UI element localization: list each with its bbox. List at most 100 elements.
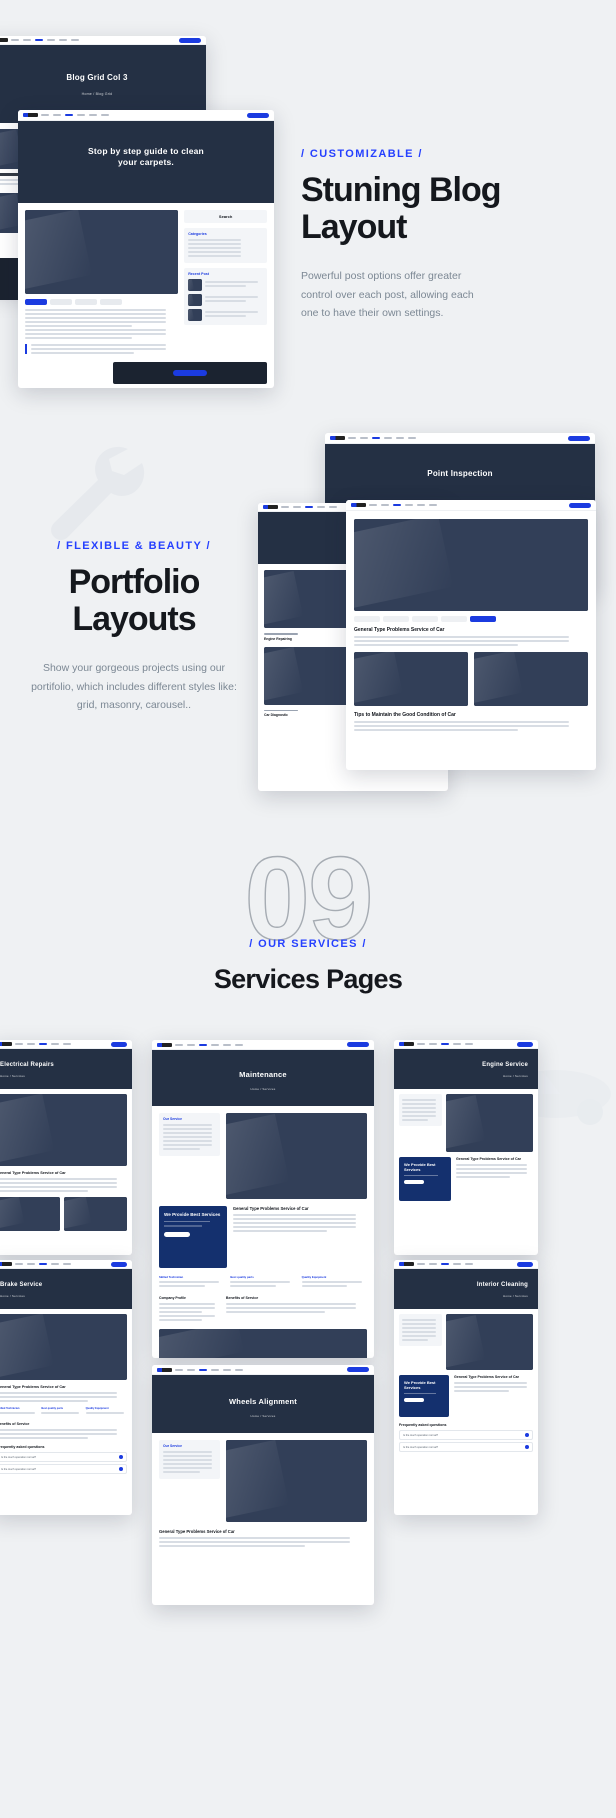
services-title: Services Pages [213,964,403,994]
mockup-topbar [346,500,596,511]
cta-button[interactable] [179,37,201,43]
search-button-label: Search [218,214,233,219]
mockup-nav [417,1263,514,1265]
benefits-title: Benefits of Service [0,1422,30,1426]
feature-label: Quality Equipment [301,1275,327,1279]
portfolio-title-line1: Portfolio [68,563,201,601]
search-box[interactable]: Search [184,210,267,223]
faq-title: Frequently asked questions [0,1445,45,1449]
hero-breadcrumb: Home / Services [502,1073,528,1078]
hero-title: Blog Grid Col 3 [66,73,128,83]
card-body-title: General Type Problems Service of Car [456,1157,522,1161]
blog-mockup-front[interactable]: Stop by step guide to clean your carpets… [18,110,274,388]
recent-post-widget[interactable]: Recent Post [184,268,267,325]
brand-logo-icon [0,1042,12,1046]
mockup-nav [369,504,566,506]
faq-title: Frequently asked questions [399,1423,447,1427]
feature-label: Quality Equipment [85,1407,109,1410]
blog-eyebrow: / CUSTOMIZABLE / [301,148,423,160]
cta-button[interactable] [517,1261,533,1267]
cta-button[interactable] [347,1367,369,1372]
chevron-down-icon [525,1445,529,1449]
mockup-topbar [394,1260,538,1269]
feature-label: Best quality parts [41,1407,64,1410]
list-item[interactable] [188,309,263,321]
mockup-nav [175,1368,344,1371]
service-card-electrical-repairs[interactable]: Electrical Repairs Home / Services Gener… [0,1040,132,1255]
footer-banner [113,362,267,384]
wrench-icon [51,446,145,540]
brand-logo-icon [157,1042,172,1047]
cta-button[interactable] [517,1041,533,1047]
tag-row[interactable] [25,299,178,305]
mockup-topbar [325,433,595,444]
list-item[interactable] [188,294,263,306]
card-body-title: General Type Problems Service of Car [0,1171,66,1175]
portfolio-title-line2: Layouts [72,599,196,638]
mockup-hero: Interior Cleaning Home / Services [394,1269,538,1309]
mockup-hero: Stop by step guide to clean your carpets… [18,121,274,203]
mockup-topbar [152,1040,374,1050]
service-sidebar[interactable]: Our Service [159,1113,220,1199]
mockup-nav [41,114,244,116]
hero-title: Brake Service [0,1281,43,1288]
mockup-topbar [0,1260,132,1269]
feature-label: Best quality parts [230,1275,254,1279]
panel-title: We Provide Best Services [404,1380,436,1390]
sidebar-heading: Our Service [163,1117,183,1121]
service-card-wheels-alignment[interactable]: Wheels Alignment Home / Services Our Ser… [152,1365,374,1605]
feature-label: Skilled Technician [0,1407,20,1410]
mockup-topbar [0,36,206,45]
feature-row: Skilled Technician Best quality parts Qu… [152,1268,374,1296]
mockup-nav [15,1043,108,1045]
faq-item[interactable]: Is the touch operation normal? [0,1452,127,1462]
chevron-down-icon [119,1455,123,1459]
hero-breadcrumb: Home / Services [250,1414,276,1419]
mockup-hero: Electrical Repairs Home / Services [0,1049,132,1089]
mockup-topbar [0,1040,132,1049]
cta-button[interactable] [247,112,269,118]
blog-paragraph: Powerful post options offer greater cont… [301,270,474,320]
recent-heading: Recent Post [188,272,209,276]
filter-tabs[interactable] [354,616,588,622]
cta-button[interactable] [111,1261,127,1267]
service-card-brake-service[interactable]: Brake Service Home / Services General Ty… [0,1260,132,1515]
cta-button[interactable] [569,502,591,508]
hero-title: Maintenance [239,1070,287,1080]
service-sidebar[interactable] [399,1094,443,1152]
mockup-hero: Engine Service Home / Services [394,1049,538,1089]
portfolio-eyebrow: / FLEXIBLE & BEAUTY / [57,540,211,552]
brand-logo-icon [157,1367,172,1372]
brand-logo-icon [351,503,366,507]
card-body-title: General Type Problems Service of Car [159,1529,235,1534]
service-sidebar[interactable]: Our Service [159,1440,220,1522]
list-item[interactable] [188,279,263,291]
portfolio-item-title: Car Diagnostic [264,713,288,718]
mockup-nav [348,437,565,439]
mockup-hero: Point Inspection [325,444,595,506]
service-card-interior-cleaning[interactable]: Interior Cleaning Home / Services We Pro… [394,1260,538,1515]
benefits-title: Benefits of Service [225,1296,259,1300]
brand-logo-icon [330,436,345,440]
services-eyebrow: / OUR SERVICES / [249,938,367,950]
service-sidebar[interactable] [399,1314,443,1370]
faq-item[interactable]: Is the touch operation normal? [399,1442,533,1452]
feature-row: Skilled Technician Best quality parts Qu… [0,1407,127,1416]
faq-item[interactable]: Is the touch operation normal? [399,1430,533,1440]
cta-button[interactable] [347,1042,369,1047]
profile-title: Company Profile [159,1296,186,1300]
cta-button[interactable] [568,435,590,441]
cta-button[interactable] [111,1041,127,1047]
feature-label: Skilled Technician [159,1275,184,1279]
service-card-maintenance[interactable]: Maintenance Home / Services Our Service … [152,1040,374,1358]
blog-text-block: / CUSTOMIZABLE / Stuning Blog Layout Pow… [301,148,502,323]
categories-widget[interactable]: Categories [184,228,267,263]
card-body-title: General Type Problems Service of Car [454,1375,520,1379]
portfolio-paragraph: Show your gorgeous projects using our po… [31,662,237,712]
faq-item[interactable]: Is the touch operation normal? [0,1464,127,1474]
service-card-engine-service[interactable]: Engine Service Home / Services We Provid… [394,1040,538,1255]
brand-logo-icon [0,38,8,42]
portfolio-mockup-front[interactable]: General Type Problems Service of Car Tip… [346,500,596,770]
hero-title-line2: your carpets. [118,157,174,168]
panel-title: We Provide Best Services [404,1162,436,1172]
